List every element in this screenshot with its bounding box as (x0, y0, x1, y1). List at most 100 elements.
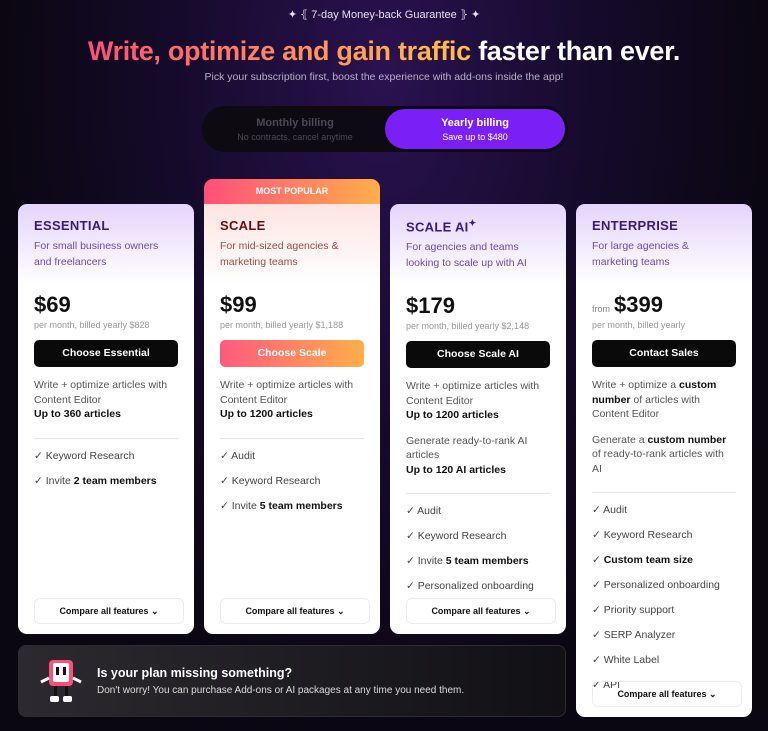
monthly-billing-option[interactable]: Monthly billing No contracts, cancel anyt… (205, 109, 385, 149)
text-segment: ✓ Keyword Research (406, 530, 507, 543)
text-segment: Up to 1200 articles (220, 408, 313, 420)
banner-title: Is your plan missing something? (97, 666, 293, 680)
text-segment: ✓ Invite (406, 555, 446, 568)
text-segment: ✓ Invite (220, 499, 260, 512)
text-segment: ✓ Audit (592, 504, 628, 516)
feature-item: ✓ Invite 2 team members (34, 474, 178, 499)
chevron-down-icon: ⌄ (523, 606, 531, 616)
billing-note: per month, billed yearly $2,148 (406, 321, 530, 332)
text-segment: 2 team members (73, 474, 157, 487)
plan-highlight: Generate a custom number of ready-to-ran… (592, 433, 736, 477)
feature-item: ✓ Keyword Research (220, 474, 364, 499)
plan-description: For agencies and teams looking to scale … (406, 241, 527, 269)
feature-item: ✓ Keyword Research (592, 528, 736, 553)
compare-features-button[interactable]: Compare all features ⌄ (220, 598, 370, 624)
plan-description: For small business owners and freelancer… (34, 240, 159, 268)
text-segment: ✓ Audit (220, 449, 256, 462)
sparkle-icon: ✦ (468, 218, 477, 228)
billing-note: per month, billed yearly $828 (34, 320, 150, 330)
text-segment: Up to 120 AI articles (406, 463, 506, 476)
text-segment: ✓ White Label (592, 654, 660, 666)
plan-price: $69 (34, 292, 71, 317)
feature-item: ✓ Invite 5 team members (406, 554, 550, 579)
feature-item: ✓ Keyword Research (406, 529, 550, 554)
laurel-left-icon: ✦ ⦃ (287, 9, 312, 21)
plan-card-scale: SCALE For mid-sized agencies & marketing… (204, 204, 380, 634)
plan-price: $99 (220, 292, 257, 317)
plan-name: ENTERPRISE (592, 218, 679, 233)
money-back-guarantee: ✦ ⦃ 7-day Money-back Guarantee ⦄ ✦ (287, 9, 481, 21)
chevron-down-icon: ⌄ (337, 606, 345, 616)
plan-card-scale-ai: SCALE AI✦ For agencies and teams looking… (390, 204, 566, 634)
text-segment: of ready-to-rank articles with AI (592, 448, 724, 475)
feature-item: ✓ Audit (220, 449, 364, 474)
choose-plan-button[interactable]: Choose Essential (34, 340, 178, 367)
yearly-billing-option[interactable]: Yearly billing Save up to $480 (385, 109, 565, 149)
text-segment: Custom team size (603, 554, 693, 566)
text-segment: ✓ Keyword Research (220, 474, 321, 487)
text-segment: ✓ Invite (34, 474, 74, 487)
plan-highlight: Write + optimize articles with Content E… (406, 379, 550, 423)
text-segment: Write + optimize a (592, 379, 680, 391)
feature-item: ✓ Invite 5 team members (220, 499, 364, 524)
billing-toggle: Monthly billing No contracts, cancel anyt… (202, 106, 568, 152)
plan-name: ESSENTIAL (34, 218, 110, 233)
page-title: Write, optimize and gain traffic faster … (87, 36, 681, 66)
chevron-down-icon: ⌄ (709, 689, 717, 699)
text-segment: ✓ Personalized onboarding (592, 579, 720, 591)
most-popular-badge: MOST POPULAR (204, 179, 380, 205)
plan-highlight: Write + optimize articles with Content E… (220, 378, 364, 422)
feature-item: ✓ White Label (592, 653, 736, 678)
compare-features-button[interactable]: Compare all features ⌄ (406, 598, 556, 624)
plan-highlight: Write + optimize articles with Content E… (34, 378, 178, 422)
banner-text: Don't worry! You can purchase Add-ons or… (97, 685, 465, 696)
text-segment: Generate ready-to-rank AI articles (406, 434, 528, 462)
plan-description: For large agencies & marketing teams (592, 240, 689, 268)
plan-name: SCALE AI✦ (406, 218, 477, 235)
divider (220, 437, 364, 439)
page-subtitle: Pick your subscription first, boost the … (204, 71, 564, 83)
text-segment: ✓ Priority support (592, 604, 675, 616)
compare-features-button[interactable]: Compare all features ⌄ (592, 681, 742, 707)
text-segment: ✓ Keyword Research (592, 529, 693, 541)
text-segment: ✓ SERP Analyzer (592, 629, 676, 641)
text-segment: ✓ (592, 554, 604, 566)
text-segment: Up to 1200 articles (406, 409, 499, 422)
plan-price: from $399 (592, 292, 663, 317)
text-segment: 5 team members (259, 499, 343, 512)
divider (34, 437, 178, 439)
plan-description: For mid-sized agencies & marketing teams (220, 240, 339, 268)
feature-item: ✓ SERP Analyzer (592, 628, 736, 653)
text-segment: Up to 360 articles (34, 408, 121, 420)
plan-card-enterprise: ENTERPRISE For large agencies & marketin… (576, 204, 752, 717)
text-segment: ✓ Audit (406, 505, 442, 518)
compare-features-button[interactable]: Compare all features ⌄ (34, 598, 184, 624)
plan-name: SCALE (220, 218, 266, 233)
feature-item: ✓ Audit (592, 503, 736, 528)
divider (592, 492, 736, 493)
choose-plan-button[interactable]: Choose Scale AI (406, 341, 550, 369)
billing-note: per month, billed yearly (592, 320, 686, 330)
addons-banner: Is your plan missing something? Don't wo… (18, 645, 566, 717)
text-segment: ✓ Keyword Research (34, 449, 135, 462)
feature-item: ✓ Keyword Research (34, 449, 178, 474)
choose-plan-button[interactable]: Contact Sales (592, 340, 736, 367)
text-segment: 5 team members (445, 555, 529, 568)
chevron-down-icon: ⌄ (151, 606, 159, 616)
plan-highlight: Write + optimize a custom number of arti… (592, 378, 736, 422)
feature-item: ✓ Audit (406, 504, 550, 529)
laurel-right-icon: ⦄ ✦ (456, 9, 481, 21)
plan-highlight: Generate ready-to-rank AI articles Up to … (406, 434, 550, 478)
text-segment: Write + optimize articles with Content E… (220, 379, 354, 406)
text-segment: custom number (647, 433, 727, 446)
text-segment: Generate a (592, 433, 648, 446)
text-segment: ✓ Personalized onboarding (406, 580, 534, 593)
text-segment: Write + optimize articles with Content E… (34, 379, 168, 406)
feature-item: ✓ Personalized onboarding (592, 578, 736, 603)
mascot-icon (40, 660, 82, 702)
plan-price: $179 (406, 293, 455, 319)
choose-plan-button[interactable]: Choose Scale (220, 340, 364, 367)
billing-note: per month, billed yearly $1,188 (220, 320, 344, 330)
feature-item: ✓ Custom team size (592, 553, 736, 578)
divider (406, 493, 550, 495)
